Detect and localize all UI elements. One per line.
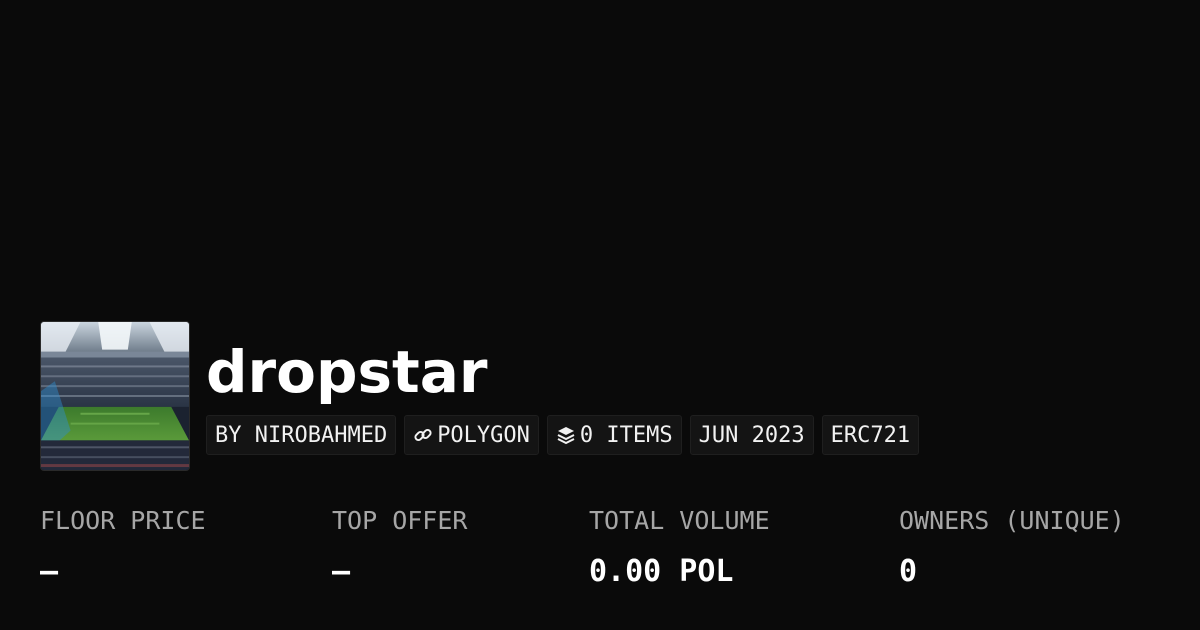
stat-label: TOP OFFER: [332, 506, 468, 535]
stat-label: FLOOR PRICE: [40, 506, 206, 535]
stat-value: 0.00 POL: [589, 554, 734, 589]
items-label: 0 ITEMS: [579, 422, 673, 448]
date-label: JUN 2023: [698, 422, 805, 448]
stat-value: 0: [899, 554, 918, 589]
layers-icon: [556, 425, 576, 445]
collection-tags: BY NIROBAHMED POLYGON 0 ITEMS JUN 2023 E…: [206, 415, 920, 455]
creator-tag[interactable]: BY NIROBAHMED: [206, 415, 397, 455]
stat-owners: OWNERS (UNIQUE) 0: [899, 504, 1125, 590]
stat-label: OWNERS (UNIQUE): [899, 506, 1125, 535]
chain-label: POLYGON: [437, 422, 530, 448]
date-tag: JUN 2023: [689, 415, 814, 455]
link-icon: [413, 425, 433, 445]
creator-label: BY NIROBAHMED: [215, 422, 388, 448]
stat-value: –: [332, 554, 351, 589]
items-tag[interactable]: 0 ITEMS: [546, 415, 682, 455]
chain-tag[interactable]: POLYGON: [404, 415, 539, 455]
stat-top-offer: TOP OFFER –: [332, 504, 467, 590]
standard-tag: ERC721: [821, 415, 920, 455]
standard-label: ERC721: [830, 422, 911, 448]
collection-title: dropstar: [206, 338, 488, 406]
stat-floor-price: FLOOR PRICE –: [40, 504, 206, 590]
stat-total-volume: TOTAL VOLUME 0.00 POL: [589, 504, 770, 590]
stat-label: TOTAL VOLUME: [589, 506, 770, 535]
stadium-image: [41, 322, 189, 470]
stat-value: –: [40, 554, 59, 589]
collection-avatar: [40, 321, 190, 471]
